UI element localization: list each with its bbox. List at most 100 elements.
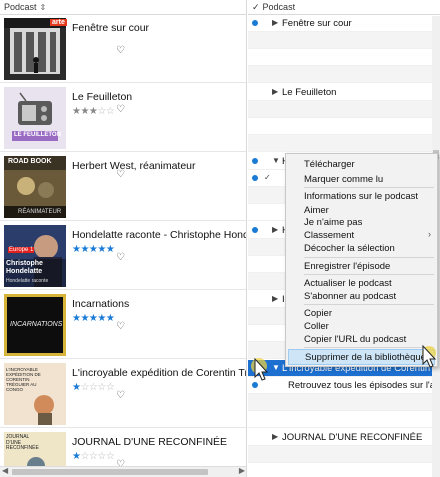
rating-stars[interactable]: ★☆☆☆☆ (72, 451, 115, 462)
expand-arrow-icon[interactable]: ▶ (272, 87, 278, 96)
podcast-title: JOURNAL D'UNE RECONFINÉE (72, 436, 228, 448)
episode-row[interactable]: Retrouvez tous les épisodes sur l'appli … (248, 377, 440, 394)
horizontal-scrollbar[interactable]: ◀ ▶ (0, 466, 246, 477)
expand-arrow-icon[interactable]: ▶ (272, 294, 278, 303)
heart-icon[interactable]: ♡ (116, 321, 125, 332)
unread-dot-icon (252, 158, 258, 164)
incarnations-cover-text: INCARNATIONS (10, 321, 63, 328)
unread-dot-icon (252, 20, 258, 26)
blank-row (248, 49, 440, 66)
unread-dot-icon (252, 175, 258, 181)
rating-stars[interactable]: ★☆☆☆☆ (72, 382, 115, 393)
menu-item-supprimer[interactable]: Supprimer de la bibliothèque (288, 349, 435, 365)
scrollbar-thumb[interactable] (12, 469, 208, 475)
menu-item-actualiser[interactable]: Actualiser le podcast (304, 278, 392, 289)
sort-icon[interactable]: ⇕ (40, 3, 47, 12)
episode-row[interactable]: ▶ JOURNAL D'UNE RECONFINÉE (248, 429, 440, 446)
menu-separator (304, 187, 434, 188)
europe1-logo: Europe 1 (8, 247, 35, 253)
blank-row (248, 32, 440, 49)
menu-separator (304, 274, 434, 275)
rating-stars[interactable]: ★★★☆☆ (72, 106, 115, 117)
column-header-label: Podcast (4, 2, 37, 12)
podcast-title: Incarnations (72, 298, 130, 310)
blank-row (248, 66, 440, 83)
heart-icon[interactable]: ♡ (116, 104, 125, 115)
mouse-pointer-icon (247, 356, 271, 382)
feuilleton-cover-text: LE FEUILLETON (14, 132, 61, 138)
menu-item-decocher[interactable]: Décocher la sélection (304, 243, 395, 254)
podcast-row-herbert[interactable]: ROAD BOOK RÉANIMATEUR Herbert West, réan… (0, 153, 246, 221)
menu-item-copier-url[interactable]: Copier l'URL du podcast (304, 334, 406, 345)
menu-separator (304, 257, 434, 258)
menu-item-enregistrer[interactable]: Enregistrer l'épisode (304, 261, 390, 272)
podcast-title: L'incroyable expédition de Corentin Trég… (72, 367, 247, 379)
podcast-row-fenetre[interactable]: arte Fenêtre sur cour ♡ (0, 15, 246, 83)
heart-icon[interactable]: ♡ (116, 390, 125, 401)
expand-arrow-icon[interactable]: ▶ (272, 225, 278, 234)
blank-row (248, 394, 440, 411)
heart-icon[interactable]: ♡ (116, 252, 125, 263)
menu-separator (304, 304, 434, 305)
column-header-label: Podcast (262, 2, 296, 12)
blank-row (248, 101, 440, 118)
menu-item-aimer[interactable]: Aimer (304, 205, 329, 216)
menu-separator (304, 347, 434, 348)
cover-fenetre-image (4, 18, 66, 80)
arte-logo: arte (50, 19, 67, 26)
blank-row (248, 118, 440, 135)
podcast-column-header[interactable]: Podcast ⇕ (0, 0, 246, 15)
heart-icon[interactable]: ♡ (116, 169, 125, 180)
expedition-cover-text: L'INCROYABLE EXPÉDITION DE CORENTIN TRÉG… (6, 367, 41, 392)
episode-column-header[interactable]: ✓ Podcast (248, 0, 440, 15)
expand-arrow-icon[interactable]: ▶ (272, 18, 278, 27)
expand-arrow-icon[interactable]: ▶ (272, 432, 278, 441)
podcast-title: Le Feuilleton (72, 91, 133, 103)
row-text: Fenêtre sur cour (282, 18, 352, 29)
menu-item-sabonner[interactable]: S'abonner au podcast (304, 291, 396, 302)
podcast-title: Herbert West, réanimateur (72, 160, 196, 172)
menu-item-informations[interactable]: Informations sur le podcast (304, 191, 418, 202)
blank-row (248, 411, 440, 428)
rating-stars[interactable]: ★★★★★ (72, 244, 115, 255)
scroll-left-icon[interactable]: ◀ (2, 466, 8, 475)
rating-stars[interactable]: ★★★★★ (72, 313, 115, 324)
unread-dot-icon (252, 227, 258, 233)
podcast-row-incarnations[interactable]: INCARNATIONS Incarnations ★★★★★ ♡ (0, 291, 246, 359)
scroll-right-icon[interactable]: ▶ (239, 466, 245, 475)
podcast-row-hondelatte[interactable]: Europe 1 Christophe Hondelatte Hondelatt… (0, 222, 246, 290)
unread-dot-icon (252, 382, 258, 388)
podcast-list-pane: Podcast ⇕ arte Fenêtre sur cour ♡ LE FEU… (0, 0, 247, 477)
blank-row (248, 446, 440, 463)
episode-row[interactable]: ▶ Le Feuilleton (248, 84, 440, 101)
reanimateur-cover-text: RÉANIMATEUR (18, 209, 62, 215)
context-menu: Télécharger Marquer comme lu Information… (285, 153, 438, 367)
hondelatte-cover-sub: Hondelatte raconte (6, 278, 49, 284)
menu-item-marquer-lu[interactable]: Marquer comme lu (304, 174, 383, 185)
podcast-title: Fenêtre sur cour (72, 22, 150, 34)
mouse-pointer-icon (420, 344, 438, 370)
checkmark-icon[interactable]: ✓ (252, 2, 260, 13)
submenu-arrow-icon: › (428, 229, 431, 239)
cover-feuilleton-image (4, 87, 66, 149)
road-book-text: ROAD BOOK (8, 158, 52, 165)
hondelatte-cover-text: Christophe Hondelatte (6, 260, 43, 275)
heart-icon[interactable]: ♡ (116, 45, 125, 56)
blank-row (248, 135, 440, 152)
menu-item-telecharger[interactable]: Télécharger (304, 159, 355, 170)
podcast-row-feuilleton[interactable]: LE FEUILLETON Le Feuilleton ★★★☆☆ ♡ (0, 84, 246, 152)
collapse-arrow-icon[interactable]: ▼ (272, 156, 280, 165)
menu-item-classement[interactable]: Classement (304, 230, 354, 241)
row-text: JOURNAL D'UNE RECONFINÉE (282, 432, 423, 443)
podcast-title: Hondelatte raconte - Christophe Hondelat… (72, 229, 246, 241)
episode-row[interactable]: ▶ Fenêtre sur cour (248, 15, 440, 32)
row-text: Le Feuilleton (282, 87, 337, 98)
menu-item-je-naime-pas[interactable]: Je n'aime pas (304, 217, 362, 228)
podcast-row-expedition[interactable]: L'INCROYABLE EXPÉDITION DE CORENTIN TRÉG… (0, 360, 247, 428)
checkbox-icon[interactable]: ✓ (264, 173, 271, 182)
collapse-arrow-icon[interactable]: ▼ (272, 363, 280, 372)
journal-cover-text: JOURNAL D'UNE RECONFINÉE (6, 434, 39, 451)
menu-item-copier[interactable]: Copier (304, 308, 332, 319)
menu-item-coller[interactable]: Coller (304, 321, 329, 332)
row-text: Retrouvez tous les épisodes sur l'appli … (288, 380, 440, 391)
